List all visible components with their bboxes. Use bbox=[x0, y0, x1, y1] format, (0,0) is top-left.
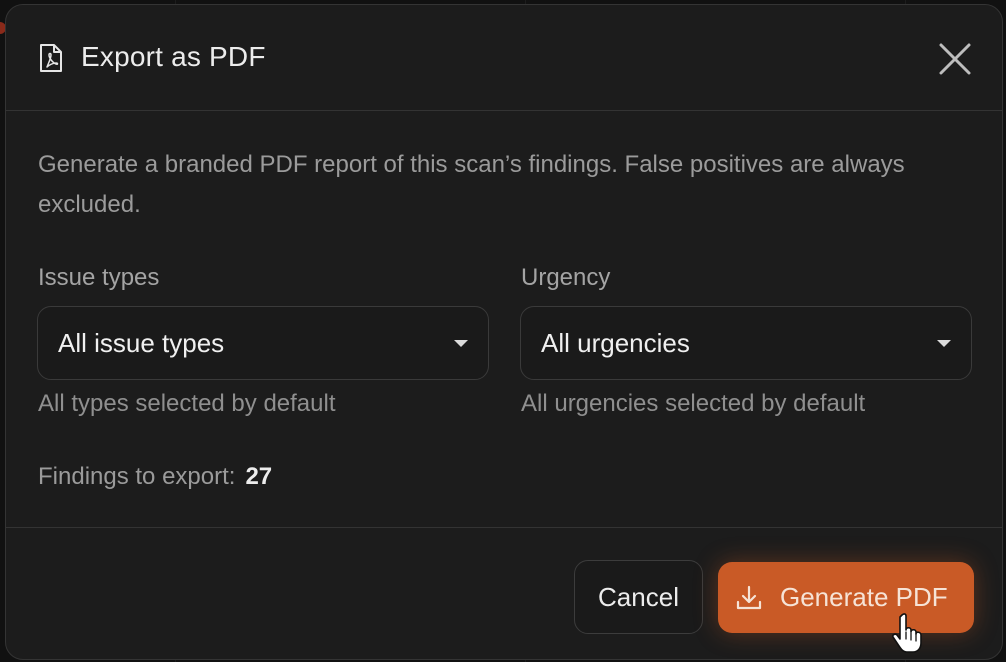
urgency-value: All urgencies bbox=[541, 328, 690, 358]
issue-types-value: All issue types bbox=[58, 328, 225, 358]
urgency-select[interactable]: All urgencies bbox=[520, 306, 972, 380]
issue-types-label: Issue types bbox=[38, 264, 160, 291]
dialog-description: Generate a branded PDF report of this sc… bbox=[38, 151, 905, 218]
dialog-title: Export as PDF bbox=[81, 41, 266, 72]
urgency-helper: All urgencies selected by default bbox=[521, 390, 866, 417]
export-pdf-dialog: Export as PDF Generate a branded PDF rep… bbox=[5, 4, 1003, 660]
generate-pdf-label: Generate PDF bbox=[780, 582, 948, 612]
download-icon bbox=[736, 585, 762, 609]
issue-types-select[interactable]: All issue types bbox=[37, 306, 489, 380]
generate-pdf-button[interactable]: Generate PDF bbox=[718, 562, 974, 633]
chevron-down-icon bbox=[937, 340, 951, 347]
findings-count-row: Findings to export: 27 bbox=[38, 463, 272, 491]
pdf-file-icon bbox=[40, 44, 62, 72]
findings-count-value: 27 bbox=[245, 463, 273, 490]
cancel-button[interactable]: Cancel bbox=[574, 560, 703, 634]
urgency-label: Urgency bbox=[521, 264, 611, 291]
issue-types-helper: All types selected by default bbox=[38, 390, 336, 417]
hand-pointer-cursor-icon bbox=[892, 613, 922, 653]
dialog-header: Export as PDF bbox=[6, 5, 1002, 111]
close-icon[interactable] bbox=[938, 42, 972, 76]
chevron-down-icon bbox=[454, 340, 468, 347]
findings-count-label: Findings to export: bbox=[38, 463, 236, 490]
